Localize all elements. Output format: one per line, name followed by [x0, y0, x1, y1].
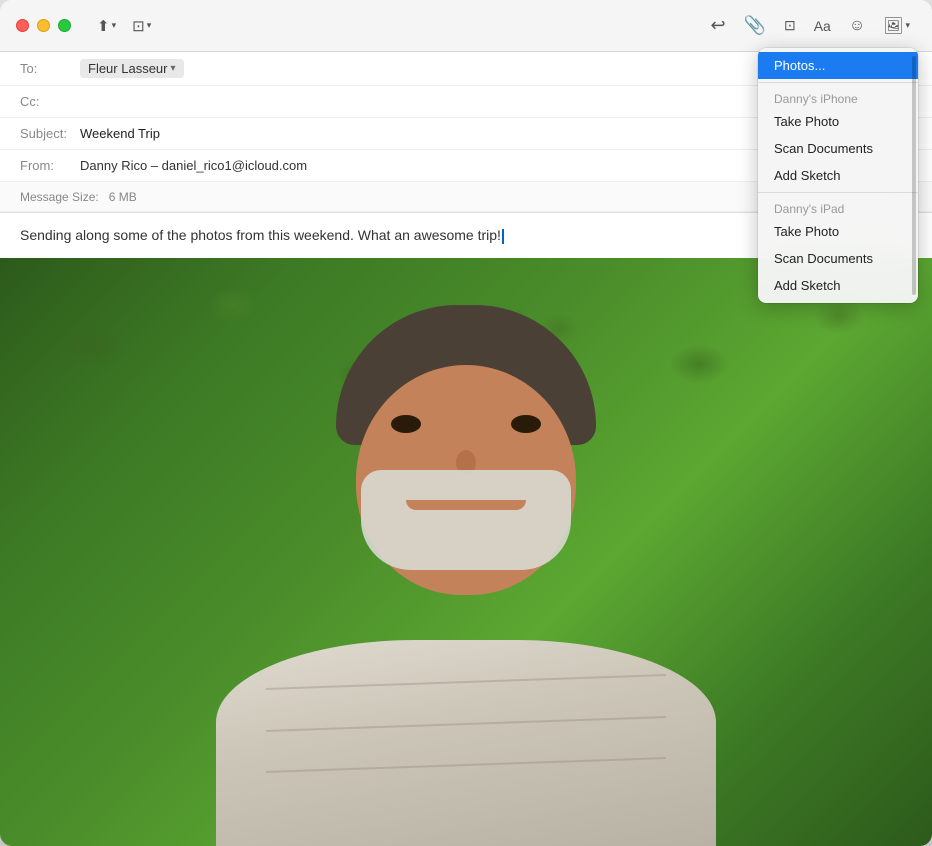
emoji-icon: ☺: [849, 17, 865, 35]
attachment-button[interactable]: 📎: [738, 11, 772, 40]
reply-button[interactable]: ↩: [704, 11, 731, 40]
left-eye: [391, 415, 421, 433]
subject-label: Subject:: [20, 126, 80, 141]
menu-scrollbar: [912, 56, 916, 295]
edit-button[interactable]: ⊡: [778, 13, 802, 38]
edit-icon: ⊡: [784, 17, 796, 34]
menu-item-take-photo-iphone[interactable]: Take Photo: [758, 108, 918, 135]
shirt-stripe-2: [266, 716, 666, 732]
take-photo-2-label: Take Photo: [774, 224, 839, 239]
menu-item-photos[interactable]: Photos...: [758, 52, 918, 79]
attachment-icon: 📎: [744, 15, 766, 36]
close-button[interactable]: [16, 19, 29, 32]
menu-item-add-sketch-iphone[interactable]: Add Sketch: [758, 162, 918, 189]
compose-button[interactable]: ⊡ ▾: [126, 13, 157, 39]
to-label: To:: [20, 61, 80, 76]
dannys-iphone-header: Danny's iPhone: [758, 86, 918, 108]
subject-value: Weekend Trip: [80, 126, 160, 141]
add-sketch-1-label: Add Sketch: [774, 168, 841, 183]
compose-chevron: ▾: [147, 20, 152, 31]
send-icon: ⬆: [97, 17, 110, 35]
iphone-header-label: Danny's iPhone: [774, 92, 858, 106]
minimize-button[interactable]: [37, 19, 50, 32]
toolbar-left: ⬆ ▾ ⊡ ▾: [91, 13, 157, 39]
dannys-ipad-header: Danny's iPad: [758, 196, 918, 218]
scan-docs-2-label: Scan Documents: [774, 251, 873, 266]
cc-label: Cc:: [20, 94, 80, 109]
smile: [406, 500, 526, 510]
to-chevron-icon: ▾: [170, 63, 175, 74]
photo-image: [0, 258, 932, 846]
shirt: [216, 640, 716, 846]
take-photo-1-label: Take Photo: [774, 114, 839, 129]
scan-docs-1-label: Scan Documents: [774, 141, 873, 156]
beard: [361, 470, 571, 570]
message-size-label: Message Size: 6 MB: [20, 190, 137, 204]
menu-item-add-sketch-ipad[interactable]: Add Sketch: [758, 272, 918, 299]
reply-icon: ↩: [710, 15, 725, 36]
ipad-header-label: Danny's iPad: [774, 202, 844, 216]
send-button[interactable]: ⬆ ▾: [91, 13, 122, 39]
photo-dropdown-arrow: ▾: [905, 20, 910, 31]
from-value: Danny Rico – daniel_rico1@icloud.com: [80, 158, 307, 173]
insert-photo-button[interactable]: 🖼 ▾: [877, 12, 916, 40]
mail-compose-window: ⬆ ▾ ⊡ ▾ ↩ 📎 ⊡ Aa ☺: [0, 0, 932, 846]
menu-divider-1: [758, 82, 918, 83]
photo-container: [0, 258, 932, 846]
menu-divider-2: [758, 192, 918, 193]
traffic-lights: [16, 19, 71, 32]
msg-size-label-text: Message Size:: [20, 190, 99, 204]
font-icon: Aa: [814, 18, 831, 34]
maximize-button[interactable]: [58, 19, 71, 32]
shirt-stripe-1: [266, 674, 666, 690]
titlebar: ⬆ ▾ ⊡ ▾ ↩ 📎 ⊡ Aa ☺: [0, 0, 932, 52]
emoji-button[interactable]: ☺: [843, 13, 871, 39]
menu-item-take-photo-ipad[interactable]: Take Photo: [758, 218, 918, 245]
send-chevron: ▾: [112, 20, 117, 31]
body-text: Sending along some of the photos from th…: [20, 227, 501, 243]
shirt-stripe-3: [266, 757, 666, 773]
menu-item-scan-docs-iphone[interactable]: Scan Documents: [758, 135, 918, 162]
photo-icon: 🖼: [883, 16, 903, 36]
toolbar-right: ↩ 📎 ⊡ Aa ☺ 🖼 ▾: [704, 11, 916, 40]
photos-label: Photos...: [774, 58, 825, 73]
to-chip[interactable]: Fleur Lasseur ▾: [80, 59, 184, 78]
font-button[interactable]: Aa: [808, 14, 837, 38]
text-cursor: [502, 229, 504, 244]
insert-photo-dropdown: Photos... Danny's iPhone Take Photo Scan…: [758, 48, 918, 303]
menu-item-scan-docs-ipad[interactable]: Scan Documents: [758, 245, 918, 272]
add-sketch-2-label: Add Sketch: [774, 278, 841, 293]
right-eye: [511, 415, 541, 433]
msg-size-value: 6 MB: [109, 190, 137, 204]
to-value: Fleur Lasseur: [88, 61, 167, 76]
compose-icon: ⊡: [132, 17, 145, 35]
from-label: From:: [20, 158, 80, 173]
